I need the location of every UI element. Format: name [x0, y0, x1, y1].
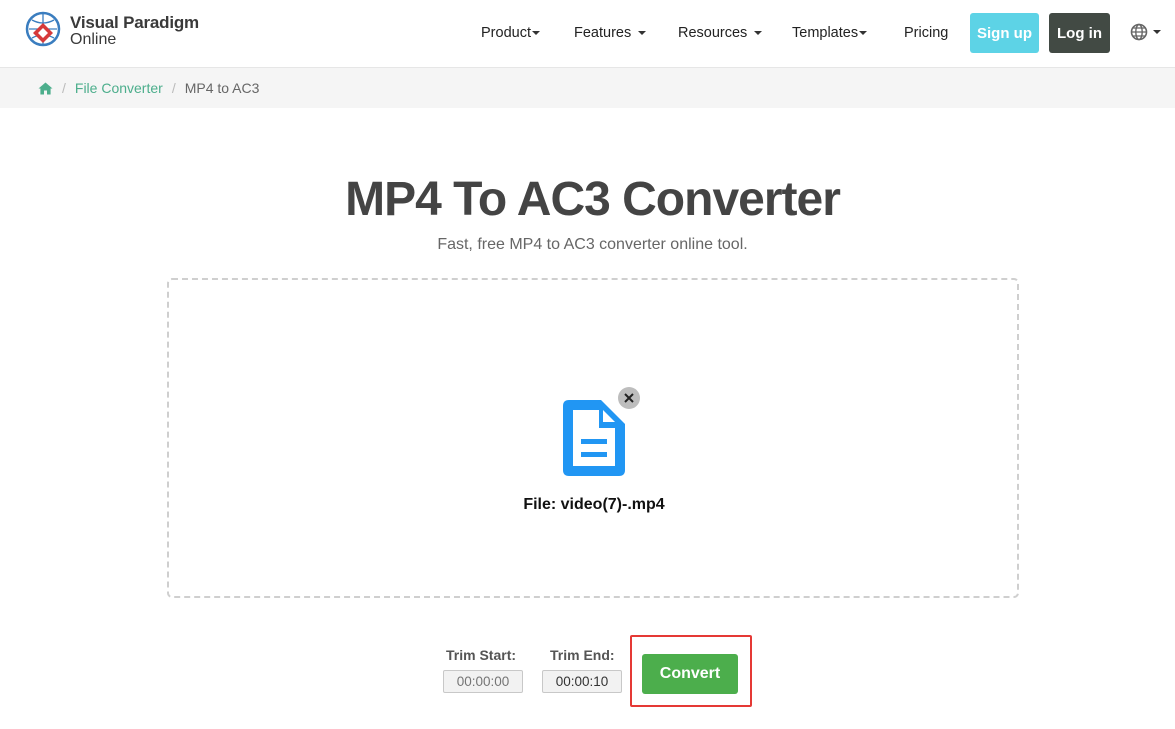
login-button[interactable]: Log in [1049, 13, 1110, 53]
convert-button[interactable]: Convert [642, 654, 738, 694]
page-subtitle: Fast, free MP4 to AC3 converter online t… [437, 236, 748, 253]
trim-start-input[interactable] [443, 670, 523, 693]
nav-templates[interactable]: Templates [792, 25, 868, 41]
trim-end-label: Trim End: [550, 647, 615, 663]
file-dropzone[interactable]: File: video(7)-.mp4 [167, 278, 1019, 598]
language-selector[interactable] [1130, 23, 1161, 41]
breadcrumb: / File Converter / MP4 to AC3 [0, 68, 1175, 108]
chevron-down-icon [754, 31, 763, 36]
nav-product[interactable]: Product [481, 25, 540, 41]
file-name: File: video(7)-.mp4 [523, 496, 665, 513]
breadcrumb-separator: / [62, 80, 66, 96]
trim-start-label: Trim Start: [446, 647, 517, 663]
logo-line2: Online [70, 31, 117, 48]
chevron-down-icon [638, 31, 647, 36]
signup-button[interactable]: Sign up [970, 13, 1039, 53]
home-icon[interactable] [38, 82, 53, 95]
page-title: MP4 To AC3 Converter [345, 173, 841, 226]
nav-pricing[interactable]: Pricing [904, 25, 948, 41]
top-header: Visual Paradigm Online Product Features … [0, 0, 1175, 68]
globe-icon [1130, 23, 1148, 41]
logo[interactable]: Visual Paradigm Online [24, 10, 199, 52]
breadcrumb-separator: / [171, 80, 176, 96]
remove-file-button[interactable] [618, 387, 640, 409]
chevron-down-icon [531, 31, 540, 36]
nav-resources[interactable]: Resources [678, 25, 763, 41]
close-icon [624, 393, 634, 403]
breadcrumb-current: MP4 to AC3 [184, 80, 260, 96]
nav-features[interactable]: Features [574, 25, 647, 41]
logo-line1: Visual Paradigm [70, 13, 199, 32]
chevron-down-icon [859, 31, 868, 36]
logo-icon [25, 11, 61, 47]
trim-end-input[interactable] [542, 670, 622, 693]
chevron-down-icon [1153, 30, 1161, 34]
file-icon [563, 400, 625, 476]
breadcrumb-file-converter[interactable]: File Converter [75, 80, 163, 96]
